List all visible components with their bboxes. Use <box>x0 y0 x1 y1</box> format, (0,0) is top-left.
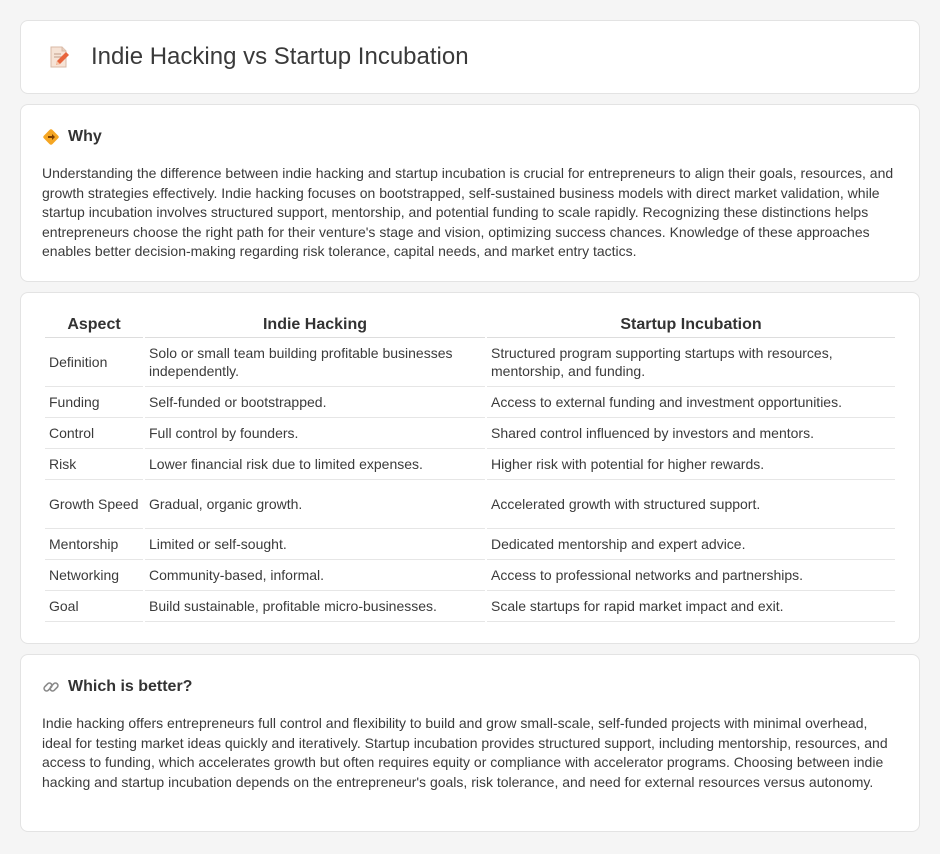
row-indie: Full control by founders. <box>145 418 485 449</box>
row-incubation: Accelerated growth with structured suppo… <box>487 480 895 529</box>
table-header-row: Aspect Indie Hacking Startup Incubation <box>45 313 895 338</box>
link-icon <box>42 678 60 696</box>
better-heading: Which is better? <box>42 677 898 697</box>
row-incubation: Higher risk with potential for higher re… <box>487 449 895 480</box>
why-heading: Why <box>42 127 898 147</box>
better-title: Which is better? <box>68 678 193 695</box>
header-card: Indie Hacking vs Startup Incubation <box>20 20 920 94</box>
why-title: Why <box>68 128 102 145</box>
row-indie: Limited or self-sought. <box>145 529 485 560</box>
table-row: Definition Solo or small team building p… <box>45 338 895 387</box>
header-indie-hacking: Indie Hacking <box>145 313 485 338</box>
row-incubation: Access to external funding and investmen… <box>487 387 895 418</box>
row-aspect: Growth Speed <box>45 480 143 529</box>
row-aspect: Risk <box>45 449 143 480</box>
which-is-better-section: Which is better? Indie hacking offers en… <box>20 654 920 832</box>
row-indie: Self-funded or bootstrapped. <box>145 387 485 418</box>
table-row: Networking Community-based, informal. Ac… <box>45 560 895 591</box>
header-startup-incubation: Startup Incubation <box>487 313 895 338</box>
page-title: Indie Hacking vs Startup Incubation <box>91 43 469 70</box>
row-aspect: Control <box>45 418 143 449</box>
table-row: Growth Speed Gradual, organic growth. Ac… <box>45 480 895 529</box>
table-row: Mentorship Limited or self-sought. Dedic… <box>45 529 895 560</box>
diamond-arrow-icon <box>42 128 60 146</box>
row-indie: Community-based, informal. <box>145 560 485 591</box>
row-indie: Gradual, organic growth. <box>145 480 485 529</box>
header-aspect: Aspect <box>45 313 143 338</box>
row-incubation: Dedicated mentorship and expert advice. <box>487 529 895 560</box>
row-aspect: Networking <box>45 560 143 591</box>
table-row: Control Full control by founders. Shared… <box>45 418 895 449</box>
comparison-table: Aspect Indie Hacking Startup Incubation … <box>43 313 897 622</box>
document-pencil-icon <box>47 45 71 69</box>
table-row: Risk Lower financial risk due to limited… <box>45 449 895 480</box>
row-indie: Build sustainable, profitable micro-busi… <box>145 591 485 622</box>
table-row: Funding Self-funded or bootstrapped. Acc… <box>45 387 895 418</box>
better-text: Indie hacking offers entrepreneurs full … <box>42 715 888 790</box>
row-aspect: Goal <box>45 591 143 622</box>
why-text: Understanding the difference between ind… <box>42 165 894 260</box>
row-incubation: Scale startups for rapid market impact a… <box>487 591 895 622</box>
row-aspect: Mentorship <box>45 529 143 560</box>
table-row: Goal Build sustainable, profitable micro… <box>45 591 895 622</box>
row-indie: Lower financial risk due to limited expe… <box>145 449 485 480</box>
row-incubation: Access to professional networks and part… <box>487 560 895 591</box>
comparison-card: Aspect Indie Hacking Startup Incubation … <box>20 292 920 644</box>
row-aspect: Definition <box>45 338 143 387</box>
row-incubation: Shared control influenced by investors a… <box>487 418 895 449</box>
row-indie: Solo or small team building profitable b… <box>145 338 485 387</box>
row-aspect: Funding <box>45 387 143 418</box>
why-section: Why Understanding the difference between… <box>20 104 920 282</box>
row-incubation: Structured program supporting startups w… <box>487 338 895 387</box>
